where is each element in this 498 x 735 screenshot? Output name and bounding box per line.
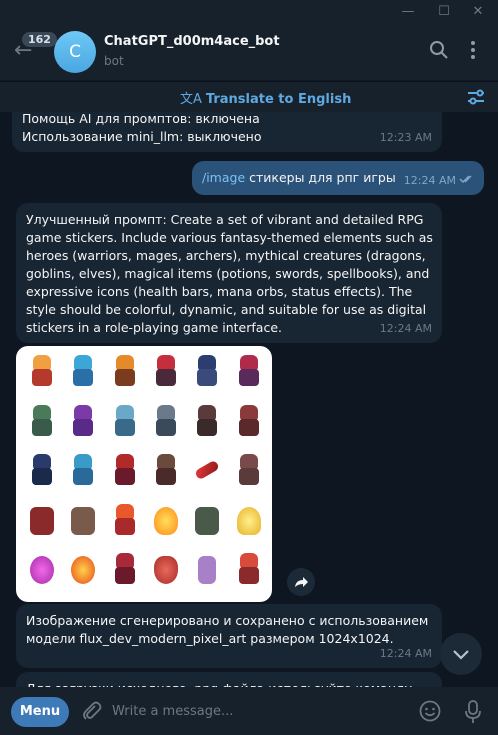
message-time: 12:23 AM — [379, 131, 432, 144]
filter-icon[interactable] — [466, 87, 486, 111]
message-text: стикеры для рпг игры — [245, 170, 396, 185]
message-text: Помощь AI для промптов: включена — [22, 111, 260, 126]
double-check-icon — [459, 171, 475, 189]
generated-sticker-image[interactable] — [16, 346, 272, 602]
sticker-grid — [24, 352, 268, 596]
emoji-icon[interactable] — [418, 699, 442, 727]
avatar[interactable]: C — [54, 31, 96, 73]
more-vertical-icon[interactable] — [465, 40, 481, 64]
message-composer: Menu — [0, 687, 498, 735]
translate-button[interactable]: 文A Translate to English — [180, 88, 351, 107]
chat-header: ← 162 C ChatGPT_d00m4ace_bot bot — [0, 24, 498, 80]
microphone-icon[interactable] — [462, 699, 484, 729]
unread-count-badge: 162 — [22, 32, 57, 47]
translate-bar: 文A Translate to English — [0, 81, 498, 111]
outgoing-message-bubble[interactable]: /image стикеры для рпг игры 12:24 AM — [192, 161, 484, 195]
share-icon[interactable] — [287, 568, 315, 596]
message-input[interactable] — [112, 699, 402, 723]
paperclip-icon[interactable] — [80, 699, 102, 727]
message-time: 12:24 AM — [379, 647, 432, 660]
chat-title[interactable]: ChatGPT_d00m4ace_bot — [104, 34, 280, 49]
command-link[interactable]: /image — [202, 170, 245, 185]
message-bubble[interactable]: Изображение сгенерировано и сохранено с … — [16, 604, 442, 668]
maximize-icon[interactable]: ☐ — [434, 3, 454, 21]
menu-button[interactable]: Menu — [11, 697, 69, 727]
close-icon[interactable]: ✕ — [468, 3, 488, 21]
chat-subtitle: bot — [104, 54, 124, 68]
message-time: 12:24 AM — [379, 322, 432, 335]
message-time: 12:24 AM — [403, 174, 456, 187]
message-bubble[interactable]: Улучшенный промпт: Create a set of vibra… — [16, 203, 442, 343]
translate-icon: 文A — [180, 92, 202, 107]
message-text: Использование mini_llm: выключено — [22, 129, 262, 144]
chevron-down-icon — [453, 650, 469, 660]
translate-label: Translate to English — [205, 92, 352, 107]
message-text: Изображение сгенерировано и сохранено с … — [26, 613, 429, 646]
search-icon[interactable] — [429, 40, 449, 64]
minimize-icon[interactable]: — — [398, 3, 418, 21]
scroll-down-button[interactable] — [440, 633, 482, 675]
window-titlebar: — ☐ ✕ — [0, 0, 498, 24]
message-text: Улучшенный промпт: Create a set of vibra… — [26, 212, 433, 335]
